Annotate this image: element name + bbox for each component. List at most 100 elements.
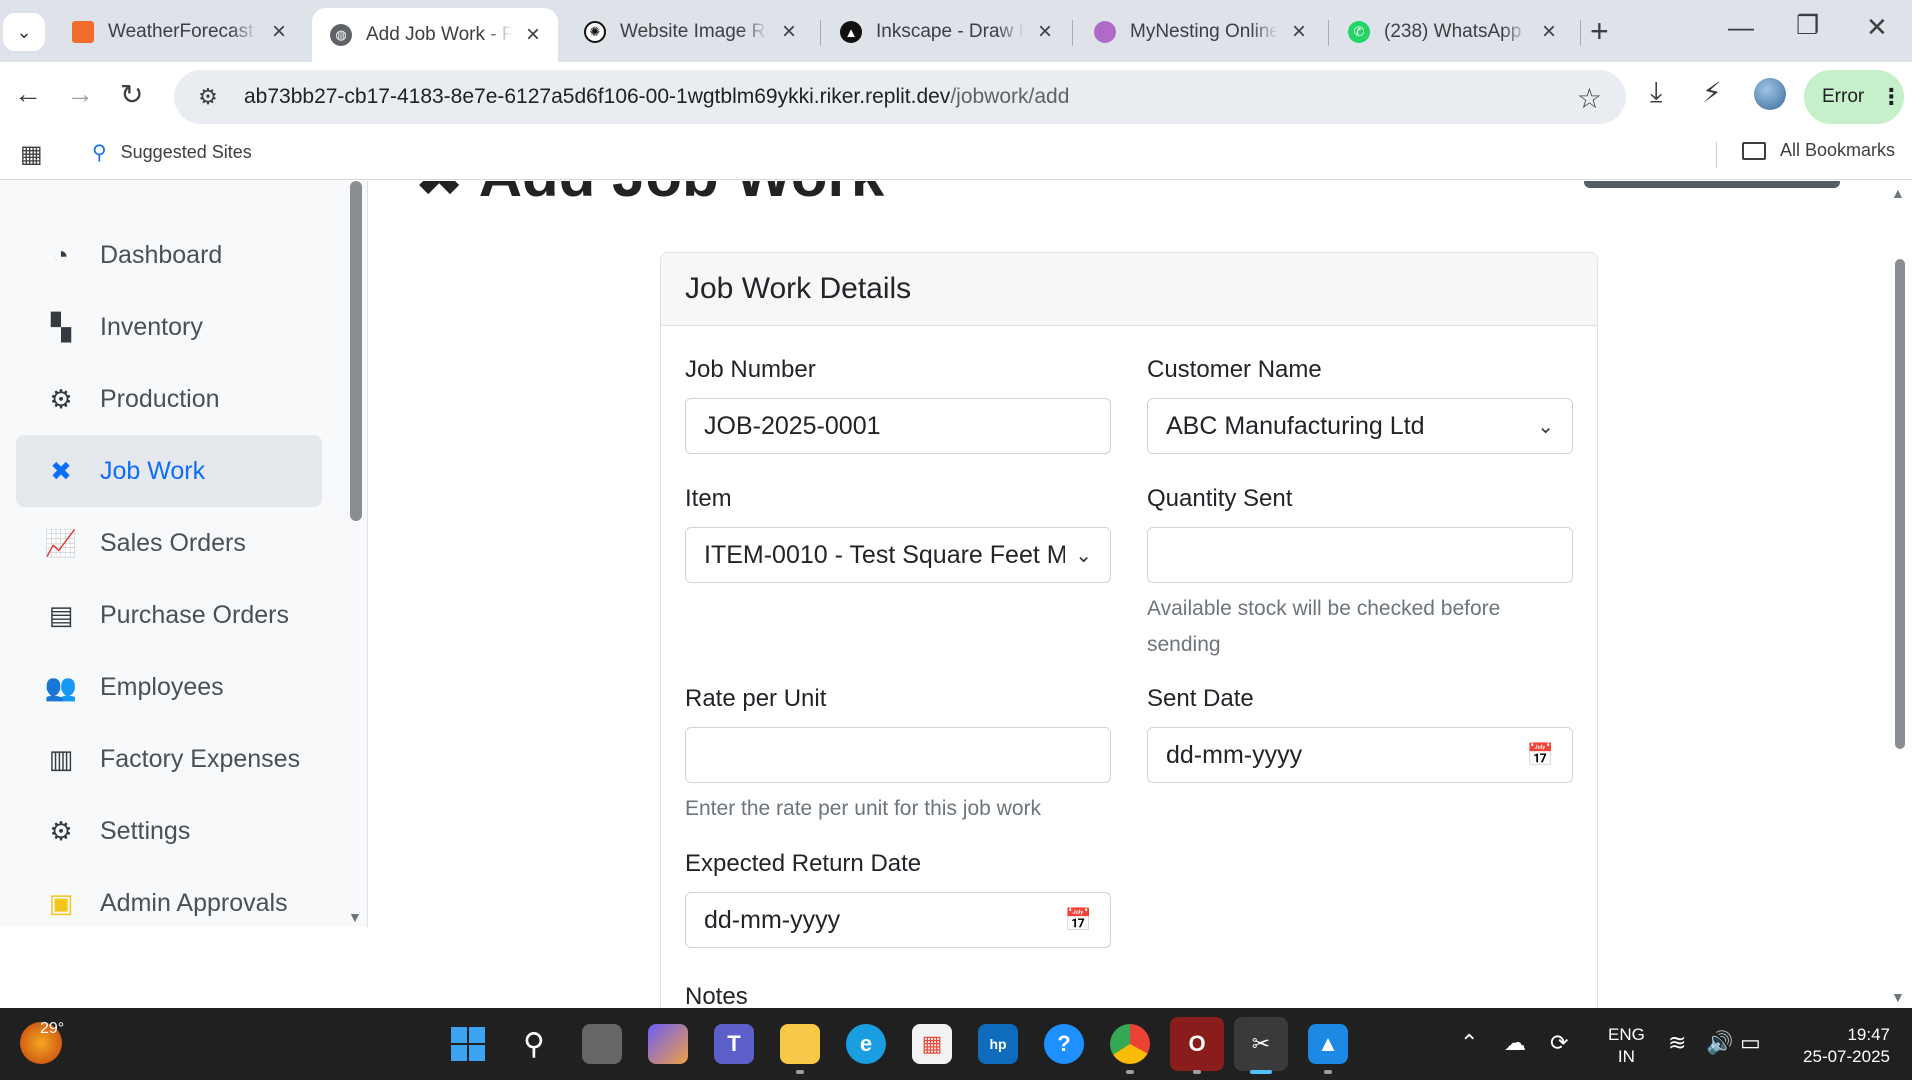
tools-icon: ✖ [50,455,72,486]
notes-group: Notes [685,983,1111,1008]
tab-weatherforecast[interactable]: WeatherForecast - × [54,8,304,56]
sidebar-item-settings[interactable]: ⚙ Settings [16,795,322,867]
tab-inkscape[interactable]: ▲ Inkscape - Draw Fr × [822,8,1070,56]
page-content: ◔ Dashboard ▚ Inventory ⚙ Production ✖ J… [0,181,1912,1008]
wifi-icon[interactable]: ≋ [1668,1030,1686,1056]
job-number-input[interactable]: JOB-2025-0001 [685,398,1111,454]
close-icon[interactable]: × [268,18,290,46]
restore-icon[interactable]: ❐ [1796,10,1819,41]
header-action-button[interactable] [1584,181,1840,188]
sidebar-scrollbar[interactable] [350,181,362,521]
sidebar-item-factory-expenses[interactable]: ▥ Factory Expenses [16,723,322,795]
sidebar-item-inventory[interactable]: ▚ Inventory [16,291,322,363]
new-tab-button[interactable]: + [1590,14,1609,48]
apps-grid-icon[interactable]: ▦ [20,140,43,169]
download-icon[interactable]: ⤓ [1650,76,1662,109]
opera-icon[interactable]: O [1170,1017,1224,1071]
reload-icon[interactable]: ↻ [120,78,143,111]
tab-separator [1580,20,1581,46]
tab-whatsapp[interactable]: ✆ (238) WhatsApp × [1330,8,1574,56]
url-text[interactable]: ab73bb27-cb17-4183-8e7e-6127a5d6f106-00-… [244,85,1069,109]
address-bar[interactable]: ⚙ ab73bb27-cb17-4183-8e7e-6127a5d6f106-0… [174,70,1626,124]
help-icon[interactable]: ? [1044,1024,1084,1064]
profile-error-button[interactable]: Error ⋮ [1804,70,1904,124]
teams-icon[interactable]: T [714,1024,754,1064]
boxes-icon: ▚ [51,311,71,342]
copilot-icon[interactable] [648,1024,688,1064]
close-icon[interactable]: × [522,21,544,49]
store-icon[interactable]: ▦ [912,1024,952,1064]
language-indicator[interactable]: ENG IN [1608,1024,1645,1068]
tab-website-image[interactable]: ✺ Website Image Rec × [566,8,814,56]
page-scrollbar-thumb[interactable] [1895,259,1905,749]
weather-temperature: 29° [40,1020,65,1037]
search-icon: ⚲ [92,142,107,164]
running-indicator [1126,1070,1134,1074]
page-title: ✖ Add Job Work [414,181,884,211]
sidebar-item-employees[interactable]: 👥 Employees [16,651,322,723]
running-indicator [796,1070,804,1074]
back-icon[interactable]: ← [14,78,42,110]
quantity-sent-input[interactable] [1147,527,1573,583]
onedrive-icon[interactable]: ☁ [1504,1030,1526,1056]
tab-separator [1072,20,1073,46]
forward-icon[interactable]: → [66,78,94,110]
edge-icon[interactable]: e [846,1024,886,1064]
sidebar-item-purchase-orders[interactable]: ▤ Purchase Orders [16,579,322,651]
task-view-icon[interactable] [582,1024,622,1064]
expected-return-date-group: Expected Return Date dd-mm-yyyy 📅 [685,850,1111,948]
receipt-icon: ▥ [48,743,74,774]
scroll-down-arrow-icon[interactable]: ▼ [348,909,362,925]
sidebar-item-sales-orders[interactable]: 📈 Sales Orders [16,507,322,579]
whatsapp-icon: ✆ [1348,21,1370,43]
sent-date-input[interactable]: dd-mm-yyyy 📅 [1147,727,1573,783]
clock[interactable]: 19:47 25-07-2025 [1790,1024,1890,1068]
job-work-form-card: Job Work Details Job Number JOB-2025-000… [660,252,1598,1008]
window-close-icon[interactable]: ✕ [1866,12,1888,43]
myhp-icon[interactable]: hp [978,1024,1018,1064]
rate-per-unit-input[interactable] [685,727,1111,783]
chrome-icon[interactable] [1110,1024,1150,1064]
photos-icon[interactable]: ▲ [1308,1024,1348,1064]
tab-add-job-work[interactable]: ◍ Add Job Work - Fa × [312,8,558,62]
volume-icon[interactable]: 🔊 [1706,1030,1733,1056]
sidebar-item-dashboard[interactable]: ◔ Dashboard [16,219,322,291]
sidebar-item-production[interactable]: ⚙ Production [16,363,322,435]
job-number-group: Job Number JOB-2025-0001 [685,356,1111,454]
all-bookmarks-button[interactable]: All Bookmarks [1742,140,1895,161]
battery-icon[interactable]: ▭ [1740,1030,1761,1056]
expected-return-date-input[interactable]: dd-mm-yyyy 📅 [685,892,1111,948]
snipping-tool-icon[interactable]: ✂ [1234,1017,1288,1071]
calendar-icon[interactable]: 📅 [1527,742,1554,768]
close-icon[interactable]: × [778,18,800,46]
cogs-icon: ⚙ [49,383,73,414]
scroll-down-arrow-icon[interactable]: ▼ [1891,989,1905,1005]
openai-icon: ✺ [584,21,606,43]
performance-icon[interactable]: ⚡ [1702,76,1722,109]
chevron-up-icon[interactable]: ⌃ [1460,1030,1478,1056]
gauge-icon: ◔ [53,239,69,270]
file-explorer-icon[interactable] [780,1024,820,1064]
tab-mynesting[interactable]: MyNesting Online × [1076,8,1324,56]
sidebar-item-admin-approvals[interactable]: ▣ Admin Approvals [16,867,322,939]
close-icon[interactable]: × [1034,18,1056,46]
site-settings-icon[interactable]: ⚙ [188,84,228,110]
more-menu-icon[interactable]: ⋮ [1880,84,1902,110]
bookmark-star-icon[interactable]: ☆ [1577,82,1602,115]
close-icon[interactable]: × [1288,18,1310,46]
sync-icon[interactable]: ⟳ [1550,1030,1568,1056]
close-icon[interactable]: × [1538,18,1560,46]
sidebar-item-job-work[interactable]: ✖ Job Work [16,435,322,507]
customer-name-select[interactable]: ABC Manufacturing Ltd ⌄ [1147,398,1573,454]
rate-per-unit-group: Rate per Unit Enter the rate per unit fo… [685,685,1111,827]
minimize-icon[interactable]: — [1728,12,1754,43]
avatar[interactable] [1754,78,1786,110]
tab-search-button[interactable]: ⌄ [3,13,45,51]
calendar-icon[interactable]: 📅 [1065,907,1092,933]
active-indicator [1250,1070,1272,1074]
bookmark-suggested-sites[interactable]: ⚲ Suggested Sites [92,140,252,165]
windows-start-icon[interactable] [448,1024,488,1064]
search-icon[interactable]: ⚲ [514,1024,554,1064]
scroll-up-arrow-icon[interactable]: ▲ [1891,185,1905,201]
item-select[interactable]: ITEM-0010 - Test Square Feet Material ⌄ [685,527,1111,583]
